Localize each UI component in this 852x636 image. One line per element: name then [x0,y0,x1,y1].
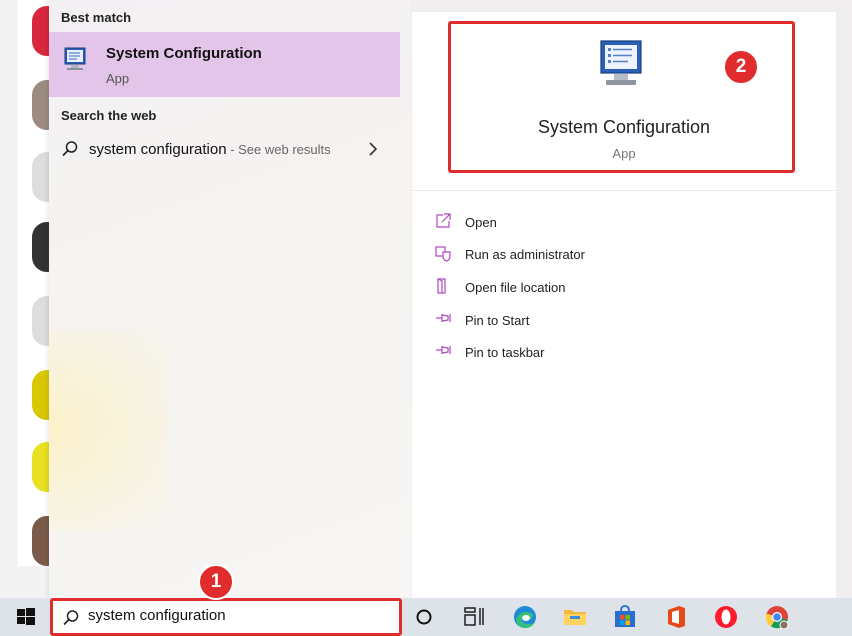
task-view-icon[interactable] [460,603,488,631]
run-as-admin-label: Run as administrator [465,247,585,262]
chrome-icon[interactable] [763,603,791,631]
opera-icon[interactable] [712,603,740,631]
chevron-right-icon[interactable] [367,141,379,157]
start-icon[interactable] [12,603,40,631]
run-as-admin-action[interactable]: Run as administrator [434,244,734,268]
callout-badge-1: 1 [198,564,234,600]
open-file-location-label: Open file location [465,280,566,295]
pin-icon [436,346,451,354]
open-action[interactable]: Open [434,212,734,236]
store-icon[interactable] [611,603,639,631]
pin-to-start-label: Pin to Start [465,313,530,328]
callout-box-1 [50,598,402,636]
best-match-name: System Configuration [106,45,262,62]
search-web-heading: Search the web [61,108,157,123]
pin-icon [436,314,451,322]
best-match-heading: Best match [61,10,132,25]
callout-badge-2: 2 [723,49,759,85]
system-configuration-icon [64,47,86,70]
search-results-panel: Best match System Configuration App Sear… [49,0,411,598]
search-icon [62,141,78,157]
pin-to-taskbar-action[interactable]: Pin to taskbar [434,342,734,366]
web-search-result[interactable]: system configuration - See web results [49,132,400,168]
cortana-icon[interactable] [410,603,438,631]
callout-box-2 [448,21,795,173]
office-icon[interactable] [662,603,690,631]
open-icon [436,213,451,228]
folder-icon [437,278,446,294]
web-result-query: system configuration [89,141,227,158]
best-match-type: App [106,71,130,86]
web-result-suffix: - See web results [226,142,331,157]
open-file-location-action[interactable]: Open file location [434,277,734,301]
edge-icon[interactable] [511,603,539,631]
file-explorer-icon[interactable] [561,603,589,631]
pin-to-taskbar-label: Pin to taskbar [465,345,545,360]
open-action-label: Open [465,215,497,230]
pin-to-start-action[interactable]: Pin to Start [434,310,734,334]
shield-icon [435,246,451,262]
background-window [0,0,62,600]
best-match-result[interactable]: System Configuration App [49,32,400,97]
